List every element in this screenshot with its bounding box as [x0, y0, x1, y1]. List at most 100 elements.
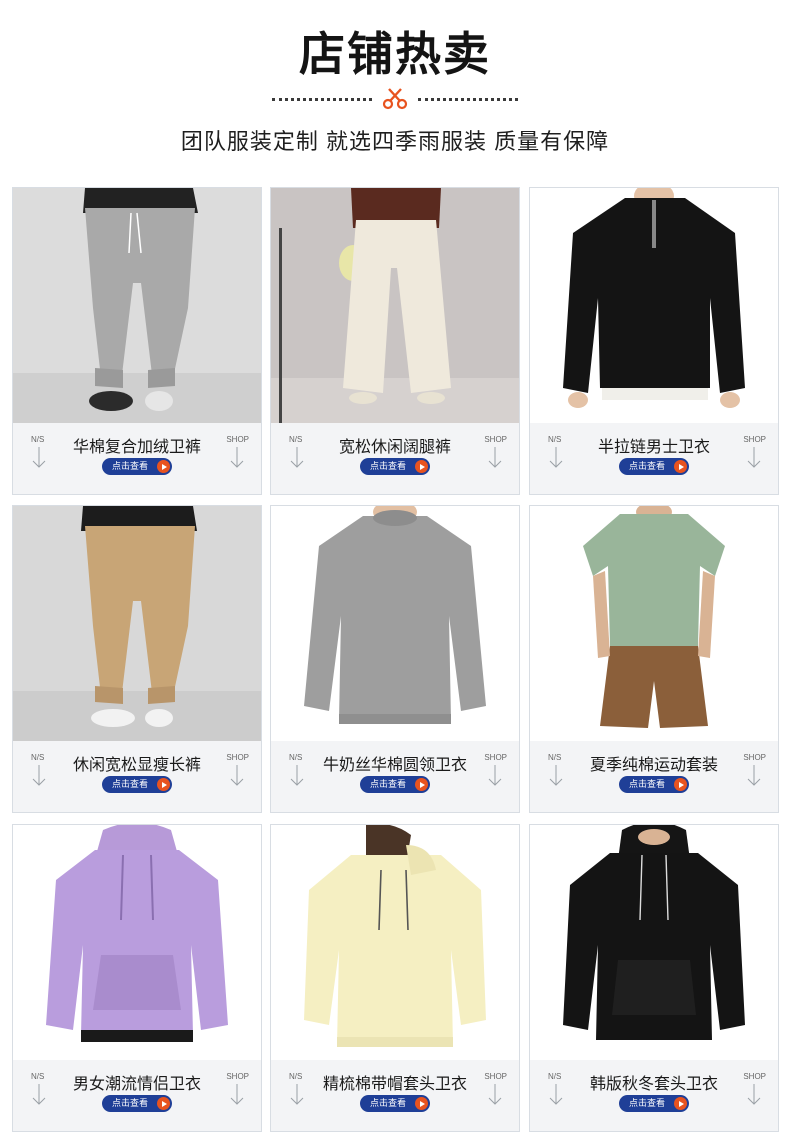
arrow-down-icon [488, 765, 502, 786]
product-image-black-hoodie[interactable] [530, 825, 778, 1060]
arrow-down-icon [549, 765, 563, 786]
arrow-down-icon [290, 1084, 304, 1105]
arrow-down-icon [32, 447, 46, 468]
view-button-label: 点击查看 [370, 779, 407, 789]
arrow-down-icon [747, 447, 761, 468]
dotted-divider [272, 88, 518, 110]
play-icon [157, 460, 170, 473]
play-icon [415, 778, 428, 791]
shop-label: SHOP [743, 753, 766, 762]
product-name[interactable]: 牛奶丝华棉圆领卫衣 [311, 751, 479, 775]
play-icon [415, 460, 428, 473]
product-info: N/S 精梳棉带帽套头卫衣 SHOP 点击查看 [271, 1060, 519, 1131]
product-grid: N/S 华棉复合加绒卫裤 SHOP 点击查看 N/S 宽松休闲阔腿裤 SHOP … [12, 187, 779, 1135]
arrow-down-icon [230, 1084, 244, 1105]
product-card[interactable]: N/S 华棉复合加绒卫裤 SHOP 点击查看 [12, 187, 262, 495]
product-card[interactable]: N/S 牛奶丝华棉圆领卫衣 SHOP 点击查看 [270, 505, 520, 813]
arrow-down-icon [549, 1084, 563, 1105]
view-button-label: 点击查看 [370, 461, 407, 471]
play-icon [674, 460, 687, 473]
ns-label: N/S [548, 753, 562, 762]
play-icon [674, 1097, 687, 1110]
product-image-lavender-hoodie[interactable] [13, 825, 261, 1060]
view-button[interactable]: 点击查看 [619, 458, 689, 475]
shop-label: SHOP [484, 753, 507, 762]
view-button-label: 点击查看 [629, 461, 666, 471]
product-info: N/S 宽松休闲阔腿裤 SHOP 点击查看 [271, 423, 519, 494]
play-icon [157, 778, 170, 791]
play-icon [415, 1097, 428, 1110]
view-button[interactable]: 点击查看 [102, 776, 172, 793]
arrow-down-icon [230, 765, 244, 786]
ns-label: N/S [289, 1072, 303, 1081]
product-name[interactable]: 休闲宽松显瘦长裤 [53, 751, 221, 775]
product-name[interactable]: 男女潮流情侣卫衣 [53, 1070, 221, 1094]
arrow-down-icon [488, 1084, 502, 1105]
product-info: N/S 牛奶丝华棉圆领卫衣 SHOP 点击查看 [271, 741, 519, 812]
product-info: N/S 夏季纯棉运动套装 SHOP 点击查看 [530, 741, 778, 812]
product-info: N/S 半拉链男士卫衣 SHOP 点击查看 [530, 423, 778, 494]
product-card[interactable]: N/S 宽松休闲阔腿裤 SHOP 点击查看 [270, 187, 520, 495]
product-info: N/S 华棉复合加绒卫裤 SHOP 点击查看 [13, 423, 261, 494]
arrow-down-icon [549, 447, 563, 468]
divider-dots-left [272, 98, 372, 101]
play-icon [157, 1097, 170, 1110]
ns-label: N/S [31, 753, 45, 762]
arrow-down-icon [488, 447, 502, 468]
section-header: 店铺热卖 团队服装定制 就选四季雨服装 质量有保障 [0, 0, 790, 175]
arrow-down-icon [32, 1084, 46, 1105]
product-info: N/S 休闲宽松显瘦长裤 SHOP 点击查看 [13, 741, 261, 812]
shop-label: SHOP [226, 435, 249, 444]
product-name[interactable]: 韩版秋冬套头卫衣 [570, 1070, 738, 1094]
arrow-down-icon [747, 765, 761, 786]
product-name[interactable]: 半拉链男士卫衣 [570, 433, 738, 457]
view-button[interactable]: 点击查看 [360, 776, 430, 793]
shop-label: SHOP [226, 1072, 249, 1081]
product-info: N/S 男女潮流情侣卫衣 SHOP 点击查看 [13, 1060, 261, 1131]
play-icon [674, 778, 687, 791]
view-button-label: 点击查看 [112, 779, 149, 789]
product-image-khaki-jogger-pants[interactable] [13, 506, 261, 741]
product-image-gray-jogger-pants[interactable] [13, 188, 261, 423]
product-name[interactable]: 夏季纯棉运动套装 [570, 751, 738, 775]
product-name[interactable]: 精梳棉带帽套头卫衣 [311, 1070, 479, 1094]
product-image-black-half-zip-sweatshirt[interactable] [530, 188, 778, 423]
ns-label: N/S [548, 435, 562, 444]
section-subtitle: 团队服装定制 就选四季雨服装 质量有保障 [180, 129, 610, 154]
view-button[interactable]: 点击查看 [360, 1095, 430, 1112]
shop-label: SHOP [484, 435, 507, 444]
view-button[interactable]: 点击查看 [619, 776, 689, 793]
view-button[interactable]: 点击查看 [619, 1095, 689, 1112]
product-card[interactable]: N/S 休闲宽松显瘦长裤 SHOP 点击查看 [12, 505, 262, 813]
view-button-label: 点击查看 [112, 1098, 149, 1108]
product-card[interactable]: N/S 韩版秋冬套头卫衣 SHOP 点击查看 [529, 824, 779, 1132]
view-button[interactable]: 点击查看 [102, 1095, 172, 1112]
view-button-label: 点击查看 [629, 1098, 666, 1108]
product-image-cream-wide-leg-pants[interactable] [271, 188, 519, 423]
view-button[interactable]: 点击查看 [102, 458, 172, 475]
arrow-down-icon [290, 765, 304, 786]
product-card[interactable]: N/S 夏季纯棉运动套装 SHOP 点击查看 [529, 505, 779, 813]
arrow-down-icon [32, 765, 46, 786]
product-image-pale-yellow-hoodie[interactable] [271, 825, 519, 1060]
ns-label: N/S [31, 1072, 45, 1081]
product-card[interactable]: N/S 半拉链男士卫衣 SHOP 点击查看 [529, 187, 779, 495]
divider-dots-right [418, 98, 518, 101]
section-title: 店铺热卖 [299, 28, 491, 80]
shop-label: SHOP [226, 753, 249, 762]
shop-label: SHOP [743, 1072, 766, 1081]
product-name[interactable]: 华棉复合加绒卫裤 [53, 433, 221, 457]
view-button[interactable]: 点击查看 [360, 458, 430, 475]
product-card[interactable]: N/S 男女潮流情侣卫衣 SHOP 点击查看 [12, 824, 262, 1132]
shop-label: SHOP [743, 435, 766, 444]
product-info: N/S 韩版秋冬套头卫衣 SHOP 点击查看 [530, 1060, 778, 1131]
ns-label: N/S [289, 753, 303, 762]
product-name[interactable]: 宽松休闲阔腿裤 [311, 433, 479, 457]
ns-label: N/S [31, 435, 45, 444]
product-card[interactable]: N/S 精梳棉带帽套头卫衣 SHOP 点击查看 [270, 824, 520, 1132]
product-image-gray-crewneck-sweatshirt[interactable] [271, 506, 519, 741]
ns-label: N/S [289, 435, 303, 444]
scissors-icon [382, 88, 408, 110]
arrow-down-icon [230, 447, 244, 468]
product-image-sage-tshirt-brown-shorts[interactable] [530, 506, 778, 741]
